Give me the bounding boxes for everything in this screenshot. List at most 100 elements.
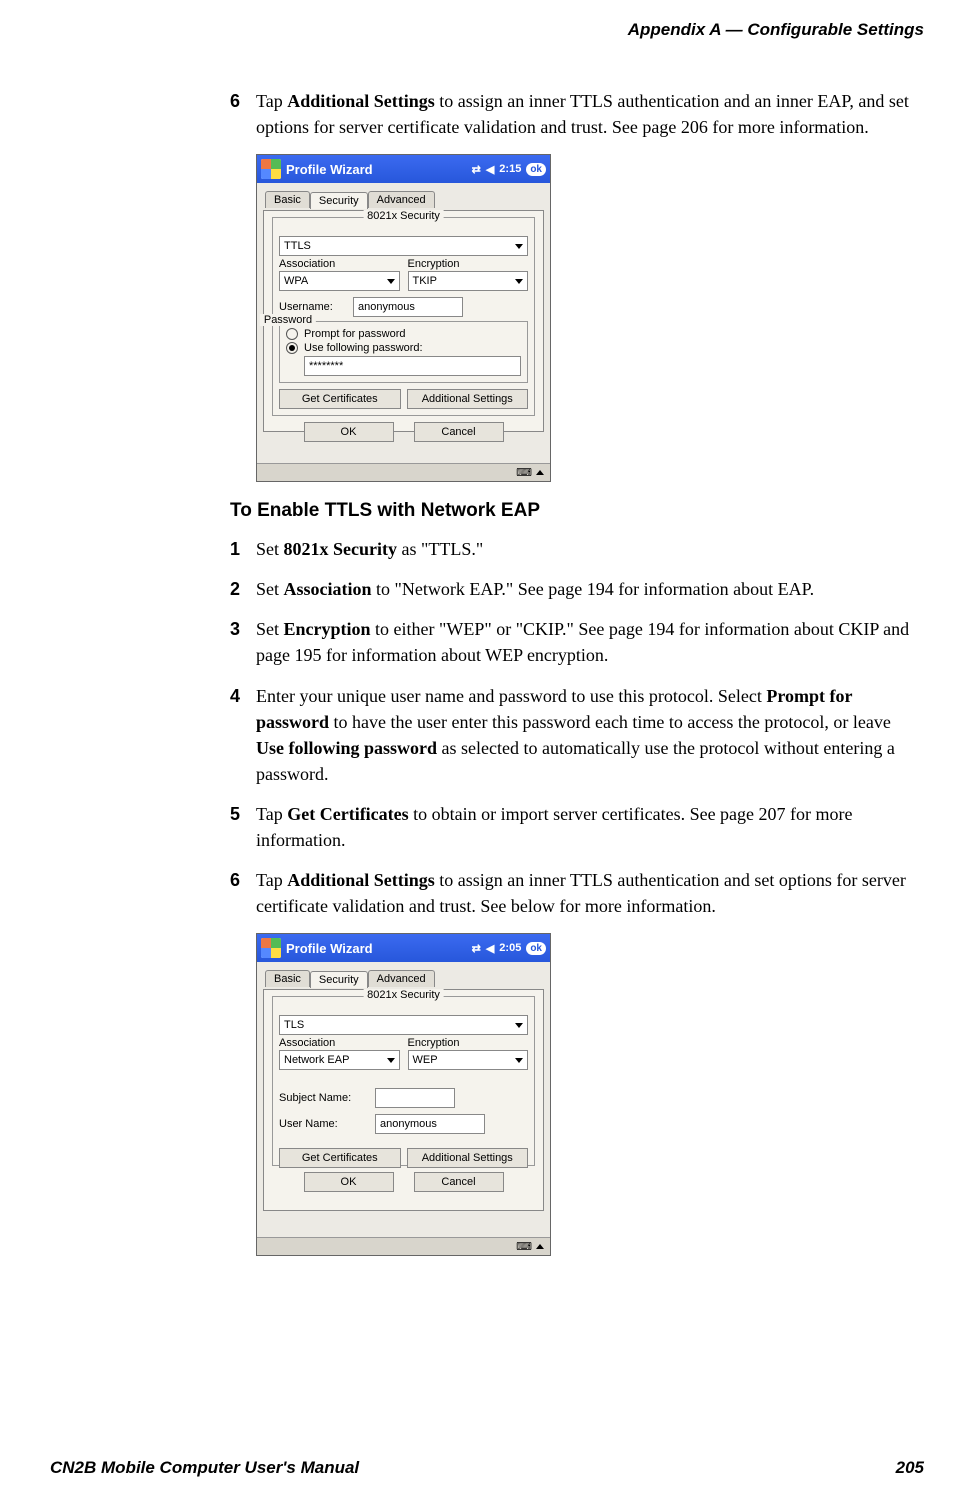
radio-prompt[interactable] xyxy=(286,328,298,340)
t: Tap xyxy=(256,91,287,111)
encryption-dropdown[interactable]: WEP xyxy=(408,1050,529,1070)
password-legend: Password xyxy=(260,314,316,326)
dropdown-value: Network EAP xyxy=(284,1054,349,1066)
t-bold: Additional Settings xyxy=(287,870,435,890)
keyboard-icon[interactable]: ⌨ xyxy=(516,466,532,479)
step-text: Tap Additional Settings to assign an inn… xyxy=(256,867,919,919)
footer-page-number: 205 xyxy=(896,1458,924,1478)
step-text: Tap Additional Settings to assign an inn… xyxy=(256,88,919,140)
step-number: 4 xyxy=(230,683,256,787)
security-dropdown[interactable]: TTLS xyxy=(279,236,528,256)
subject-name-field[interactable] xyxy=(375,1088,455,1108)
step-number: 6 xyxy=(230,867,256,919)
t-bold: Association xyxy=(284,579,372,599)
pda-titlebar: Profile Wizard ⇄ ◀ 2:15 ok xyxy=(257,155,550,183)
tab-security[interactable]: Security xyxy=(310,192,368,209)
sip-bar: ⌨ xyxy=(257,463,550,481)
step-2: 2 Set Association to "Network EAP." See … xyxy=(230,576,919,602)
t-bold: Additional Settings xyxy=(287,91,435,111)
ok-button[interactable]: ok xyxy=(526,942,546,955)
step-text: Enter your unique user name and password… xyxy=(256,683,919,787)
t: to have the user enter this password eac… xyxy=(329,712,891,732)
footer-left: CN2B Mobile Computer User's Manual xyxy=(50,1458,359,1478)
sip-arrow-icon[interactable] xyxy=(536,470,544,475)
t: Enter your unique user name and password… xyxy=(256,686,766,706)
tab-advanced[interactable]: Advanced xyxy=(368,191,435,208)
password-field[interactable]: ******** xyxy=(304,356,521,376)
dropdown-value: TTLS xyxy=(284,240,311,252)
password-group: Password Prompt for password Use followi… xyxy=(279,321,528,383)
group-legend: 8021x Security xyxy=(363,210,444,222)
subject-name-label: Subject Name: xyxy=(279,1092,369,1104)
page-header: Appendix A — Configurable Settings xyxy=(50,20,924,40)
pda-screenshot-2: Profile Wizard ⇄ ◀ 2:05 ok Basic Securit… xyxy=(256,933,551,1256)
additional-settings-button[interactable]: Additional Settings xyxy=(407,1148,529,1168)
tab-basic[interactable]: Basic xyxy=(265,191,310,208)
clock-text: 2:15 xyxy=(499,163,521,175)
user-name-field[interactable]: anonymous xyxy=(375,1114,485,1134)
dropdown-value: TKIP xyxy=(413,275,437,287)
radio-use-following[interactable] xyxy=(286,342,298,354)
t: Set xyxy=(256,579,284,599)
ok-button[interactable]: OK xyxy=(304,422,394,442)
step-text: Set 8021x Security as "TTLS." xyxy=(256,536,919,562)
keyboard-icon[interactable]: ⌨ xyxy=(516,1240,532,1253)
cancel-button[interactable]: Cancel xyxy=(414,1172,504,1192)
get-certificates-button[interactable]: Get Certificates xyxy=(279,1148,401,1168)
page-footer: CN2B Mobile Computer User's Manual 205 xyxy=(50,1458,924,1478)
tab-basic[interactable]: Basic xyxy=(265,970,310,987)
window-title: Profile Wizard xyxy=(286,162,373,177)
step-number: 1 xyxy=(230,536,256,562)
step-number: 3 xyxy=(230,616,256,668)
start-icon[interactable] xyxy=(261,938,281,958)
step-text: Set Association to "Network EAP." See pa… xyxy=(256,576,919,602)
security-group: 8021x Security TLS Association Network E… xyxy=(272,996,535,1166)
t-bold: Encryption xyxy=(284,619,371,639)
window-title: Profile Wizard xyxy=(286,941,373,956)
t: Set xyxy=(256,539,284,559)
chevron-down-icon xyxy=(515,1058,523,1063)
tab-security[interactable]: Security xyxy=(310,971,368,988)
association-dropdown[interactable]: Network EAP xyxy=(279,1050,400,1070)
security-panel: 8021x Security TLS Association Network E… xyxy=(263,989,544,1211)
t: Tap xyxy=(256,804,287,824)
user-name-label: User Name: xyxy=(279,1118,369,1130)
pda-screenshot-1: Profile Wizard ⇄ ◀ 2:15 ok Basic Securit… xyxy=(256,154,551,482)
ok-button[interactable]: OK xyxy=(304,1172,394,1192)
step-text: Set Encryption to either "WEP" or "CKIP.… xyxy=(256,616,919,668)
radio-use-following-label: Use following password: xyxy=(304,342,423,354)
t: Tap xyxy=(256,870,287,890)
tabs: Basic Security Advanced xyxy=(265,191,544,208)
chevron-down-icon xyxy=(515,244,523,249)
t-bold: Get Certificates xyxy=(287,804,408,824)
connectivity-icon[interactable]: ⇄ xyxy=(472,942,481,955)
dropdown-value: WEP xyxy=(413,1054,438,1066)
volume-icon[interactable]: ◀ xyxy=(486,942,494,955)
association-dropdown[interactable]: WPA xyxy=(279,271,400,291)
chevron-down-icon xyxy=(515,279,523,284)
radio-prompt-label: Prompt for password xyxy=(304,328,405,340)
username-field[interactable]: anonymous xyxy=(353,297,463,317)
tabs: Basic Security Advanced xyxy=(265,970,544,987)
connectivity-icon[interactable]: ⇄ xyxy=(472,163,481,176)
chevron-down-icon xyxy=(387,1058,395,1063)
additional-settings-button[interactable]: Additional Settings xyxy=(407,389,529,409)
sip-bar: ⌨ xyxy=(257,1237,550,1255)
dropdown-value: TLS xyxy=(284,1019,304,1031)
cancel-button[interactable]: Cancel xyxy=(414,422,504,442)
chevron-down-icon xyxy=(515,1023,523,1028)
pda-titlebar: Profile Wizard ⇄ ◀ 2:05 ok xyxy=(257,934,550,962)
volume-icon[interactable]: ◀ xyxy=(486,163,494,176)
t: to "Network EAP." See page 194 for infor… xyxy=(372,579,815,599)
association-label: Association xyxy=(279,1037,400,1049)
encryption-dropdown[interactable]: TKIP xyxy=(408,271,529,291)
t-bold: Use following password xyxy=(256,738,437,758)
username-label: Username: xyxy=(279,301,347,313)
sip-arrow-icon[interactable] xyxy=(536,1244,544,1249)
get-certificates-button[interactable]: Get Certificates xyxy=(279,389,401,409)
step-text: Tap Get Certificates to obtain or import… xyxy=(256,801,919,853)
start-icon[interactable] xyxy=(261,159,281,179)
security-dropdown[interactable]: TLS xyxy=(279,1015,528,1035)
tab-advanced[interactable]: Advanced xyxy=(368,970,435,987)
ok-button[interactable]: ok xyxy=(526,163,546,176)
